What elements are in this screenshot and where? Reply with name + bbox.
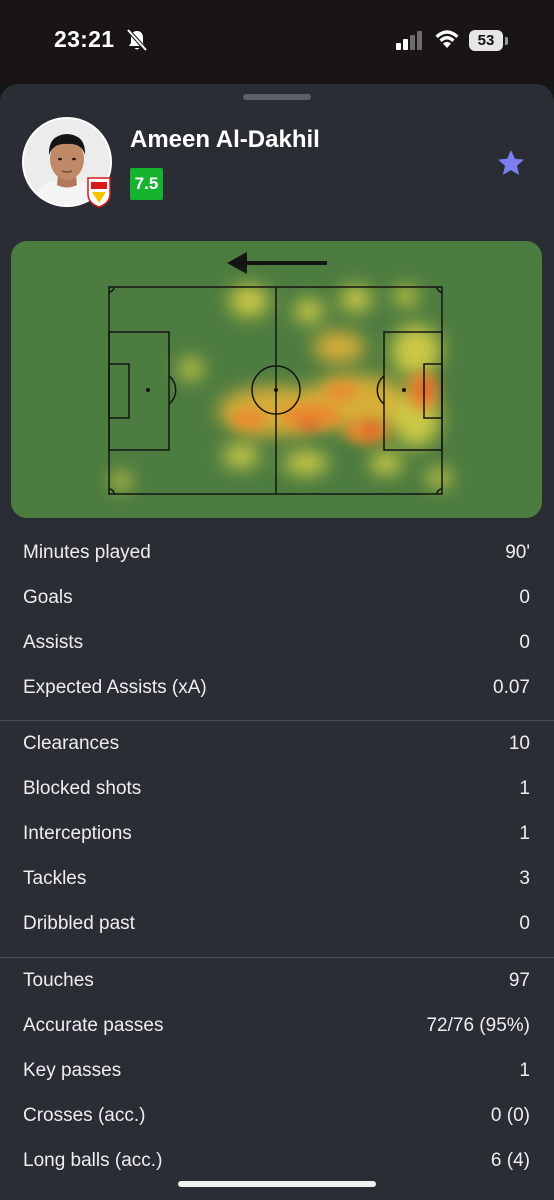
- stat-label: Assists: [23, 632, 84, 653]
- stat-row-goals: Goals 0: [0, 575, 554, 620]
- stat-row-assists: Assists 0: [0, 620, 554, 665]
- heatmap-panel: [11, 241, 542, 518]
- wifi-icon: [435, 30, 459, 48]
- stat-value: 90': [505, 542, 530, 563]
- status-time: 23:21: [54, 26, 115, 52]
- stat-label: Interceptions: [23, 823, 132, 844]
- stat-label: Tackles: [23, 868, 87, 889]
- signal-icon: [396, 31, 422, 50]
- stat-value: 0: [519, 587, 530, 608]
- stat-row-crosses: Crosses (acc.) 0 (0): [0, 1093, 554, 1138]
- stat-value: 1: [519, 1060, 530, 1081]
- stat-value: 0 (0): [490, 1105, 530, 1126]
- favorite-star-icon[interactable]: [496, 148, 526, 178]
- stat-label: Crosses (acc.): [23, 1105, 146, 1126]
- stat-label: Expected Assists (xA): [23, 677, 207, 698]
- stat-row-tackles: Tackles 3: [0, 856, 554, 901]
- stat-label: Goals: [23, 587, 73, 608]
- stat-value: 97: [508, 970, 530, 991]
- stat-row-minutes-played: Minutes played 90': [0, 530, 554, 575]
- stat-value: 0.07: [493, 677, 530, 698]
- stats-defending: Clearances 10 Blocked shots 1 Interception…: [0, 721, 554, 946]
- player-name: Ameen Al-Dakhil: [130, 126, 320, 153]
- stat-value: 10: [508, 733, 530, 754]
- stat-label: Blocked shots: [23, 778, 142, 799]
- stat-row-key-passes: Key passes 1: [0, 1048, 554, 1093]
- status-bar: 23:21 53: [0, 0, 554, 84]
- stat-label: Dribbled past: [23, 913, 135, 934]
- stat-value: 1: [519, 823, 530, 844]
- stat-row-interceptions: Interceptions 1: [0, 811, 554, 856]
- stat-label: Accurate passes: [23, 1015, 164, 1036]
- battery-level: 53: [469, 30, 503, 51]
- stat-row-touches: Touches 97: [0, 958, 554, 1003]
- stat-row-blocked-shots: Blocked shots 1: [0, 766, 554, 811]
- sheet-drag-handle[interactable]: [243, 94, 311, 100]
- stat-row-dribbled-past: Dribbled past 0: [0, 901, 554, 946]
- battery-icon: 53: [469, 30, 509, 52]
- stat-label: Touches: [23, 970, 94, 991]
- stat-row-clearances: Clearances 10: [0, 721, 554, 766]
- stat-value: 3: [519, 868, 530, 889]
- home-indicator[interactable]: [178, 1181, 376, 1187]
- stat-label: Minutes played: [23, 542, 151, 563]
- stat-value: 6 (4): [490, 1150, 530, 1171]
- stats-general: Minutes played 90' Goals 0 Assists 0 Expect…: [0, 530, 554, 710]
- heatmap-density: [111, 285, 451, 490]
- stat-label: Clearances: [23, 733, 120, 754]
- bell-muted-icon: [126, 28, 148, 52]
- attack-direction-arrow-icon: [227, 252, 327, 274]
- stat-value: 1: [519, 778, 530, 799]
- stat-value: 72/76 (95%): [426, 1015, 530, 1036]
- stat-value: 0: [519, 913, 530, 934]
- club-badge-icon: [87, 177, 111, 208]
- stat-row-long-balls: Long balls (acc.) 6 (4): [0, 1138, 554, 1183]
- player-rating-badge: 7.5: [130, 168, 163, 200]
- stats-passing: Touches 97 Accurate passes 72/76 (95%) Key…: [0, 958, 554, 1183]
- stat-row-expected-assists: Expected Assists (xA) 0.07: [0, 665, 554, 710]
- stat-row-accurate-passes: Accurate passes 72/76 (95%): [0, 1003, 554, 1048]
- stat-value: 0: [519, 632, 530, 653]
- stat-label: Long balls (acc.): [23, 1150, 163, 1171]
- stat-label: Key passes: [23, 1060, 122, 1081]
